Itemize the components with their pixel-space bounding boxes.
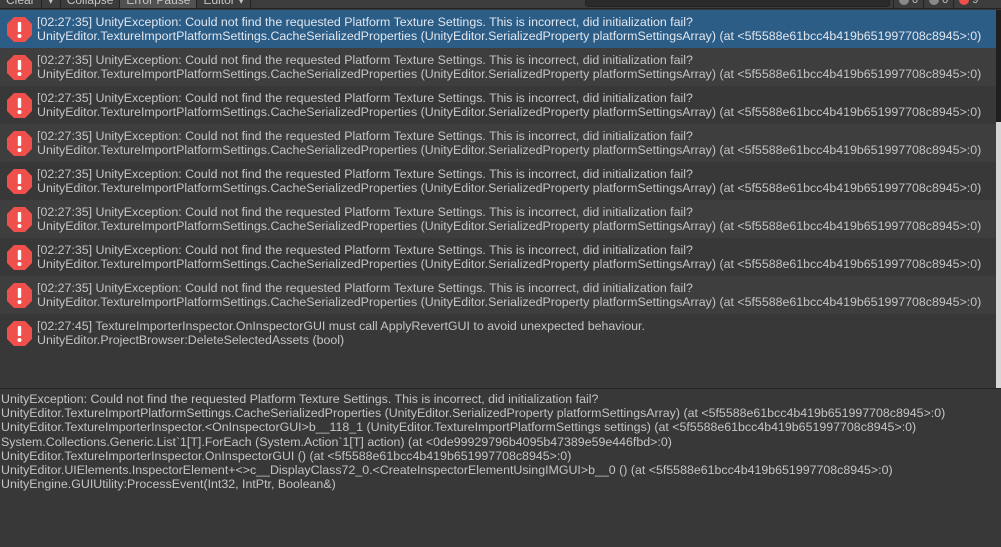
error-icon: [6, 16, 33, 43]
stack-trace-panel: UnityException: Could not find the reque…: [0, 392, 1001, 491]
log-message: [02:27:35] UnityException: Could not fin…: [37, 129, 693, 143]
log-entry[interactable]: [02:27:35] UnityException: Could not fin…: [0, 238, 996, 276]
stack-trace-line: System.Collections.Generic.List`1[T].For…: [1, 434, 672, 449]
log-stack-line: UnityEditor.TextureImportPlatformSetting…: [37, 257, 982, 271]
log-icon: [899, 0, 909, 5]
log-message: [02:27:35] UnityException: Could not fin…: [37, 205, 693, 219]
stack-trace-line: UnityException: Could not find the reque…: [1, 392, 599, 406]
log-message: [02:27:35] UnityException: Could not fin…: [37, 243, 693, 257]
log-entry[interactable]: [02:27:35] UnityException: Could not fin…: [0, 48, 996, 86]
stack-trace-line: UnityEngine.GUIUtility:ProcessEvent(Int3…: [1, 477, 336, 492]
collapse-toggle[interactable]: Collapse: [61, 0, 121, 8]
log-message: [02:27:35] UnityException: Could not fin…: [37, 281, 693, 295]
log-filter-toggle[interactable]: 0: [893, 0, 923, 8]
panel-splitter[interactable]: [0, 388, 1001, 389]
error-filter-toggle[interactable]: 9: [953, 0, 983, 8]
log-stack-line: UnityEditor.TextureImportPlatformSetting…: [37, 295, 982, 309]
console-toolbar: Clear ▾ Collapse Error Pause Editor ▾ 0 …: [0, 0, 1001, 9]
error-icon: [959, 0, 970, 5]
scrollbar-thumb[interactable]: [996, 10, 1001, 122]
stack-trace-line: UnityEditor.UIElements.InspectorElement+…: [1, 463, 893, 478]
warning-count: 0: [942, 0, 949, 6]
log-message: [02:27:45] TextureImporterInspector.OnIn…: [37, 319, 645, 333]
log-stack-line: UnityEditor.TextureImportPlatformSetting…: [37, 105, 982, 119]
log-message: [02:27:35] UnityException: Could not fin…: [37, 53, 693, 67]
warning-icon: [929, 0, 940, 5]
log-message: [02:27:35] UnityException: Could not fin…: [37, 167, 693, 181]
error-icon: [6, 282, 33, 309]
stack-trace-line: UnityEditor.TextureImporterInspector.OnI…: [1, 448, 572, 463]
log-message: [02:27:35] UnityException: Could not fin…: [37, 91, 693, 105]
log-stack-line: UnityEditor.TextureImportPlatformSetting…: [37, 29, 982, 43]
stack-trace-line: UnityEditor.TextureImporterInspector.<On…: [1, 420, 917, 435]
log-list-scrollbar[interactable]: [996, 10, 1001, 388]
error-icon: [6, 54, 33, 81]
log-stack-line: UnityEditor.TextureImportPlatformSetting…: [37, 219, 982, 233]
clear-button[interactable]: Clear: [0, 0, 42, 8]
console-log-list: [02:27:35] UnityException: Could not fin…: [0, 10, 996, 388]
log-stack-line: UnityEditor.TextureImportPlatformSetting…: [37, 181, 982, 195]
search-input[interactable]: [585, 0, 890, 7]
log-stack-line: UnityEditor.TextureImportPlatformSetting…: [37, 67, 982, 81]
log-entry[interactable]: [02:27:35] UnityException: Could not fin…: [0, 86, 996, 124]
error-icon: [6, 244, 33, 271]
error-count: 9: [972, 0, 979, 6]
error-icon: [6, 130, 33, 157]
error-pause-toggle[interactable]: Error Pause: [120, 0, 198, 8]
log-entry[interactable]: [02:27:35] UnityException: Could not fin…: [0, 200, 996, 238]
clear-options-dropdown[interactable]: ▾: [42, 0, 61, 8]
log-entry[interactable]: [02:27:35] UnityException: Could not fin…: [0, 276, 996, 314]
editor-dropdown[interactable]: Editor ▾: [197, 0, 252, 8]
error-icon: [6, 168, 33, 195]
warning-filter-toggle[interactable]: 0: [923, 0, 953, 8]
log-stack-line: UnityEditor.ProjectBrowser:DeleteSelecte…: [37, 333, 345, 347]
log-stack-line: UnityEditor.TextureImportPlatformSetting…: [37, 143, 982, 157]
error-icon: [6, 206, 33, 233]
log-message: [02:27:35] UnityException: Could not fin…: [37, 15, 693, 29]
stack-trace-line: UnityEditor.TextureImportPlatformSetting…: [1, 406, 946, 421]
log-entry[interactable]: [02:27:35] UnityException: Could not fin…: [0, 162, 996, 200]
error-icon: [6, 92, 33, 119]
log-count: 0: [912, 0, 919, 6]
log-entry[interactable]: [02:27:35] UnityException: Could not fin…: [0, 124, 996, 162]
log-entry[interactable]: [02:27:45] TextureImporterInspector.OnIn…: [0, 314, 996, 352]
log-entry[interactable]: [02:27:35] UnityException: Could not fin…: [0, 10, 996, 48]
error-icon: [6, 320, 33, 347]
